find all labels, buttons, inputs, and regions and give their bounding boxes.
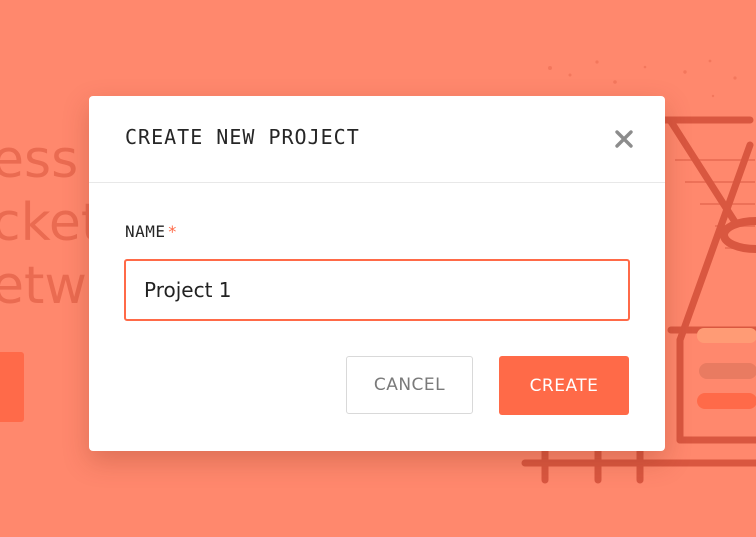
- create-button[interactable]: CREATE: [499, 356, 629, 415]
- create-project-dialog: CREATE NEW PROJECT NAME* CANCEL CREATE: [89, 96, 665, 451]
- close-icon: [615, 130, 633, 148]
- dialog-title: CREATE NEW PROJECT: [125, 125, 360, 149]
- dialog-header: CREATE NEW PROJECT: [89, 96, 665, 183]
- name-field-wrapper: [124, 259, 630, 321]
- name-label-text: NAME: [125, 222, 166, 241]
- cancel-button[interactable]: CANCEL: [346, 356, 473, 414]
- name-label: NAME *: [125, 222, 178, 241]
- close-button[interactable]: [607, 122, 641, 156]
- required-marker: *: [167, 222, 178, 241]
- project-name-input[interactable]: [124, 259, 630, 321]
